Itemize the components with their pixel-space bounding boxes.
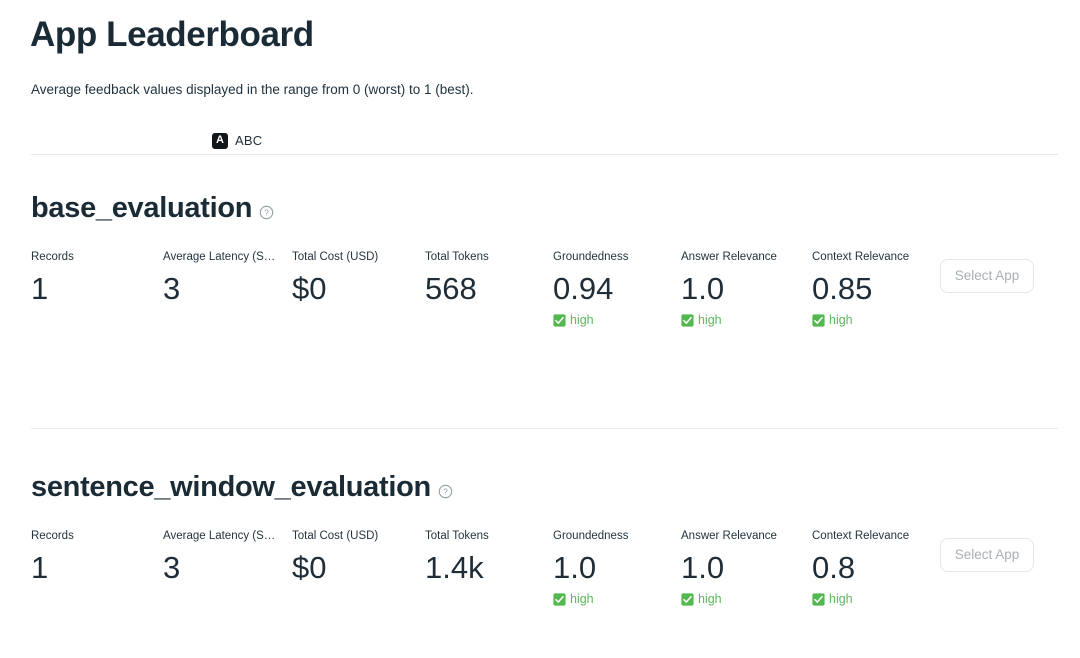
metric-value: 568 — [425, 270, 477, 306]
metric-delta-badge: high — [553, 592, 683, 608]
metric-label: Total Cost (USD) — [292, 530, 379, 542]
white-heavy-check-mark-icon — [812, 593, 825, 606]
metric-label: Total Tokens — [425, 530, 489, 542]
metric-3: Total Tokens 1.4k — [425, 530, 555, 588]
metric-label: Average Latency (S… — [163, 530, 276, 542]
metric-label: Records — [31, 251, 74, 263]
metric-delta-label: high — [829, 313, 853, 328]
app-name: base_evaluation — [31, 192, 253, 224]
metric-value: 0.85 — [812, 270, 873, 306]
metric-label: Average Latency (S… — [163, 251, 276, 263]
metrics-row-1: Records 1 Average Latency (S… 3 Total Cost (… — [0, 530, 1080, 640]
metric-value: 1.0 — [681, 549, 725, 585]
help-circle-icon[interactable]: ? — [438, 484, 453, 499]
metric-label: Context Relevance — [812, 251, 910, 263]
app-letter-badge-icon: A — [212, 132, 228, 149]
metric-label: Records — [31, 530, 74, 542]
white-heavy-check-mark-icon — [681, 314, 694, 327]
white-heavy-check-mark-icon — [553, 314, 566, 327]
tab-bar: A ABC — [31, 128, 1058, 155]
svg-text:?: ? — [264, 209, 269, 218]
app-section-header-1: sentence_window_evaluation? — [31, 471, 453, 504]
metric-5: Answer Relevance 1.0 high — [681, 530, 811, 608]
metric-value: 0.94 — [553, 270, 614, 306]
metric-label: Answer Relevance — [681, 530, 777, 542]
svg-text:?: ? — [443, 488, 448, 497]
white-heavy-check-mark-icon — [812, 314, 825, 327]
metric-delta-badge: high — [681, 313, 811, 329]
metric-3: Total Tokens 568 — [425, 251, 555, 309]
metric-label: Groundedness — [553, 251, 629, 263]
metric-value: 3 — [163, 549, 181, 585]
help-circle-icon[interactable]: ? — [259, 205, 274, 220]
metric-1: Average Latency (S… 3 — [163, 530, 283, 588]
tab-abc[interactable]: A ABC — [203, 128, 272, 153]
metric-label: Total Tokens — [425, 251, 489, 263]
metric-4: Groundedness 1.0 high — [553, 530, 683, 608]
metric-delta-badge: high — [681, 592, 811, 608]
page-title: App Leaderboard — [30, 15, 314, 54]
metric-value: 0.8 — [812, 549, 856, 585]
section-divider-0 — [31, 428, 1058, 429]
metric-delta-label: high — [570, 313, 594, 328]
page-subtitle: Average feedback values displayed in the… — [31, 82, 474, 97]
metric-1: Average Latency (S… 3 — [163, 251, 283, 309]
metric-delta-badge: high — [812, 592, 942, 608]
app-leaderboard-page: App Leaderboard Average feedback values … — [0, 0, 1080, 658]
metric-value: 1.0 — [553, 549, 597, 585]
metric-value: 1.0 — [681, 270, 725, 306]
metric-5: Answer Relevance 1.0 high — [681, 251, 811, 329]
metric-label: Groundedness — [553, 530, 629, 542]
metric-value: 1 — [31, 549, 49, 585]
select-app-button[interactable]: Select App — [940, 259, 1034, 293]
app-name: sentence_window_evaluation — [31, 471, 431, 503]
metric-6: Context Relevance 0.85 high — [812, 251, 942, 329]
metric-delta-badge: high — [553, 313, 683, 329]
metric-delta-label: high — [829, 592, 853, 607]
metric-label: Total Cost (USD) — [292, 251, 379, 263]
metric-0: Records 1 — [31, 251, 161, 309]
white-heavy-check-mark-icon — [553, 593, 566, 606]
metric-delta-badge: high — [812, 313, 942, 329]
metric-value: $0 — [292, 549, 327, 585]
metric-delta-label: high — [698, 313, 722, 328]
metric-delta-label: high — [570, 592, 594, 607]
metric-value: $0 — [292, 270, 327, 306]
metric-value: 1 — [31, 270, 49, 306]
metric-label: Answer Relevance — [681, 251, 777, 263]
tab-abc-label: ABC — [235, 133, 263, 148]
metric-2: Total Cost (USD) $0 — [292, 530, 422, 588]
metric-label: Context Relevance — [812, 530, 910, 542]
metric-6: Context Relevance 0.8 high — [812, 530, 942, 608]
metric-2: Total Cost (USD) $0 — [292, 251, 422, 309]
metric-delta-label: high — [698, 592, 722, 607]
metric-value: 1.4k — [425, 549, 484, 585]
select-app-button[interactable]: Select App — [940, 538, 1034, 572]
metric-4: Groundedness 0.94 high — [553, 251, 683, 329]
app-section-header-0: base_evaluation? — [31, 192, 274, 225]
white-heavy-check-mark-icon — [681, 593, 694, 606]
metric-value: 3 — [163, 270, 181, 306]
metrics-row-0: Records 1 Average Latency (S… 3 Total Cost (… — [0, 251, 1080, 361]
metric-0: Records 1 — [31, 530, 161, 588]
